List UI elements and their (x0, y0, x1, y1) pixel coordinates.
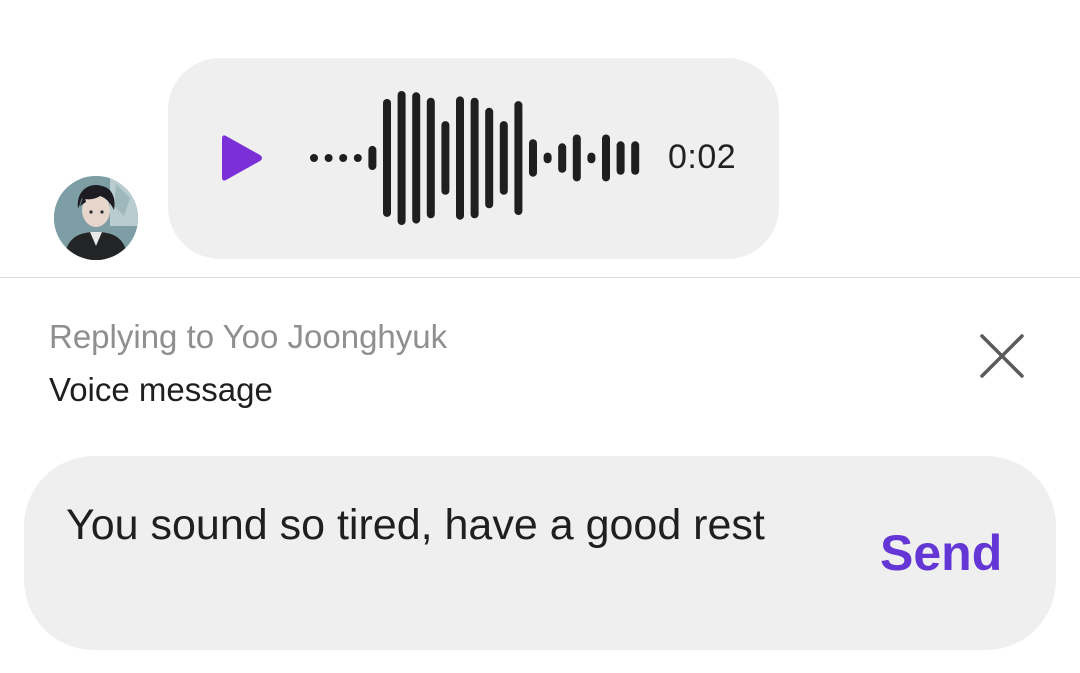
waveform-bar (602, 134, 610, 182)
waveform-bar (631, 141, 640, 175)
waveform-bar (353, 154, 362, 162)
waveform-bar (529, 139, 537, 177)
waveform-bar (339, 154, 348, 162)
voice-duration: 0:02 (668, 138, 737, 176)
waveform-bar (485, 107, 494, 209)
avatar-image (54, 176, 138, 260)
waveform-bar (572, 134, 581, 182)
waveform-bar (499, 121, 508, 195)
waveform-bar (456, 96, 464, 220)
waveform-bar (368, 145, 377, 170)
reply-snippet: Voice message (49, 371, 273, 408)
close-icon[interactable] (976, 330, 1028, 382)
send-button[interactable]: Send (880, 524, 1002, 582)
waveform-bar (412, 92, 421, 224)
waveform (310, 91, 640, 225)
waveform-bar (397, 91, 406, 225)
avatar[interactable] (54, 176, 138, 260)
waveform-bar (558, 143, 567, 173)
waveform-bar (324, 154, 333, 162)
waveform-bar (514, 101, 523, 215)
waveform-bar (426, 97, 435, 219)
chat-screen: 0:02 Replying to Yoo Joonghyuk Voice mes… (0, 0, 1080, 673)
waveform-bar (310, 154, 318, 162)
waveform-bar (543, 152, 552, 164)
waveform-bar (616, 141, 625, 175)
reply-title: Replying to Yoo Joonghyuk (49, 318, 448, 355)
play-icon[interactable] (222, 132, 264, 184)
message-input[interactable]: You sound so tired, have a good rest (66, 497, 786, 554)
waveform-bar (587, 152, 596, 164)
waveform-bar (441, 121, 450, 195)
divider (0, 277, 1080, 278)
waveform-bar (383, 99, 391, 217)
waveform-bar (470, 97, 479, 219)
